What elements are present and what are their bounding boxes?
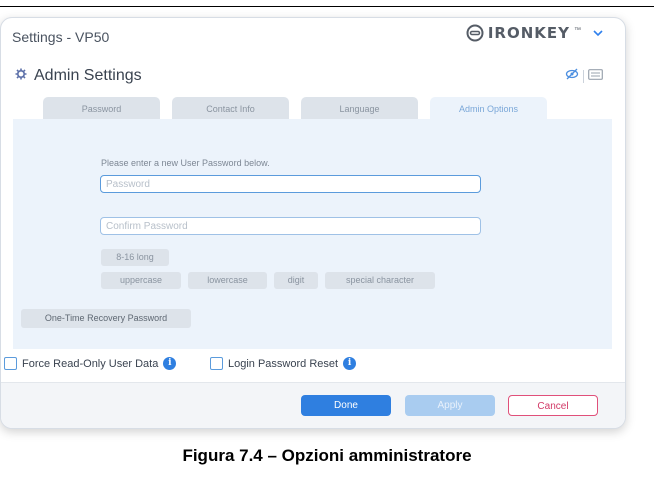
rule-special-character: special character xyxy=(325,272,435,289)
force-readonly-checkbox[interactable] xyxy=(4,357,17,370)
password-input[interactable]: Password xyxy=(100,175,481,193)
page-top-rule xyxy=(0,6,654,7)
instruction-text: Please enter a new User Password below. xyxy=(101,158,270,168)
eye-off-icon[interactable] xyxy=(565,67,579,85)
page-title: Admin Settings xyxy=(34,67,142,84)
ironkey-logo-icon xyxy=(466,24,484,42)
window-title: Settings - VP50 xyxy=(12,29,110,45)
titlebar: Settings - VP50 IRONKEY ™ xyxy=(1,18,625,52)
logo-text: IRONKEY xyxy=(487,24,570,42)
admin-options-panel: Please enter a new User Password below. … xyxy=(13,119,612,349)
chevron-down-icon[interactable] xyxy=(593,26,603,40)
rule-length: 8-16 long xyxy=(101,249,169,266)
trademark-mark: ™ xyxy=(574,27,581,34)
rule-lowercase: lowercase xyxy=(188,272,267,289)
login-reset-option[interactable]: Login Password Reset i xyxy=(210,357,357,370)
figure-caption: Figura 7.4 – Opzioni amministratore xyxy=(182,446,472,465)
header-tools xyxy=(565,67,603,85)
settings-window: Settings - VP50 IRONKEY ™ Admin Settings… xyxy=(0,17,626,429)
rule-digit: digit xyxy=(274,272,318,289)
tab-bar: Password Contact Info Language Admin Opt… xyxy=(43,97,547,119)
tab-password[interactable]: Password xyxy=(43,97,160,119)
force-readonly-option[interactable]: Force Read-Only User Data i xyxy=(4,357,177,370)
cancel-button[interactable]: Cancel xyxy=(508,395,598,416)
confirm-password-input[interactable]: Confirm Password xyxy=(100,217,481,235)
gear-icon xyxy=(15,67,27,85)
tab-contact-info[interactable]: Contact Info xyxy=(172,97,289,119)
separator xyxy=(583,69,584,83)
login-reset-checkbox[interactable] xyxy=(210,357,223,370)
footer-bar: Done Apply Cancel xyxy=(1,382,625,428)
logo-menu[interactable]: IRONKEY ™ xyxy=(466,24,603,42)
admin-settings-header: Admin Settings xyxy=(15,67,142,85)
rule-uppercase: uppercase xyxy=(101,272,181,289)
apply-button[interactable]: Apply xyxy=(405,395,495,416)
keyboard-icon[interactable] xyxy=(588,67,603,85)
info-icon[interactable]: i xyxy=(163,357,177,370)
login-reset-label: Login Password Reset xyxy=(228,357,339,370)
force-readonly-label: Force Read-Only User Data xyxy=(22,357,159,370)
info-icon[interactable]: i xyxy=(343,357,357,370)
tab-admin-options[interactable]: Admin Options xyxy=(430,97,547,119)
done-button[interactable]: Done xyxy=(301,395,391,416)
one-time-recovery-password-button[interactable]: One-Time Recovery Password xyxy=(21,309,191,328)
tab-language[interactable]: Language xyxy=(301,97,418,119)
